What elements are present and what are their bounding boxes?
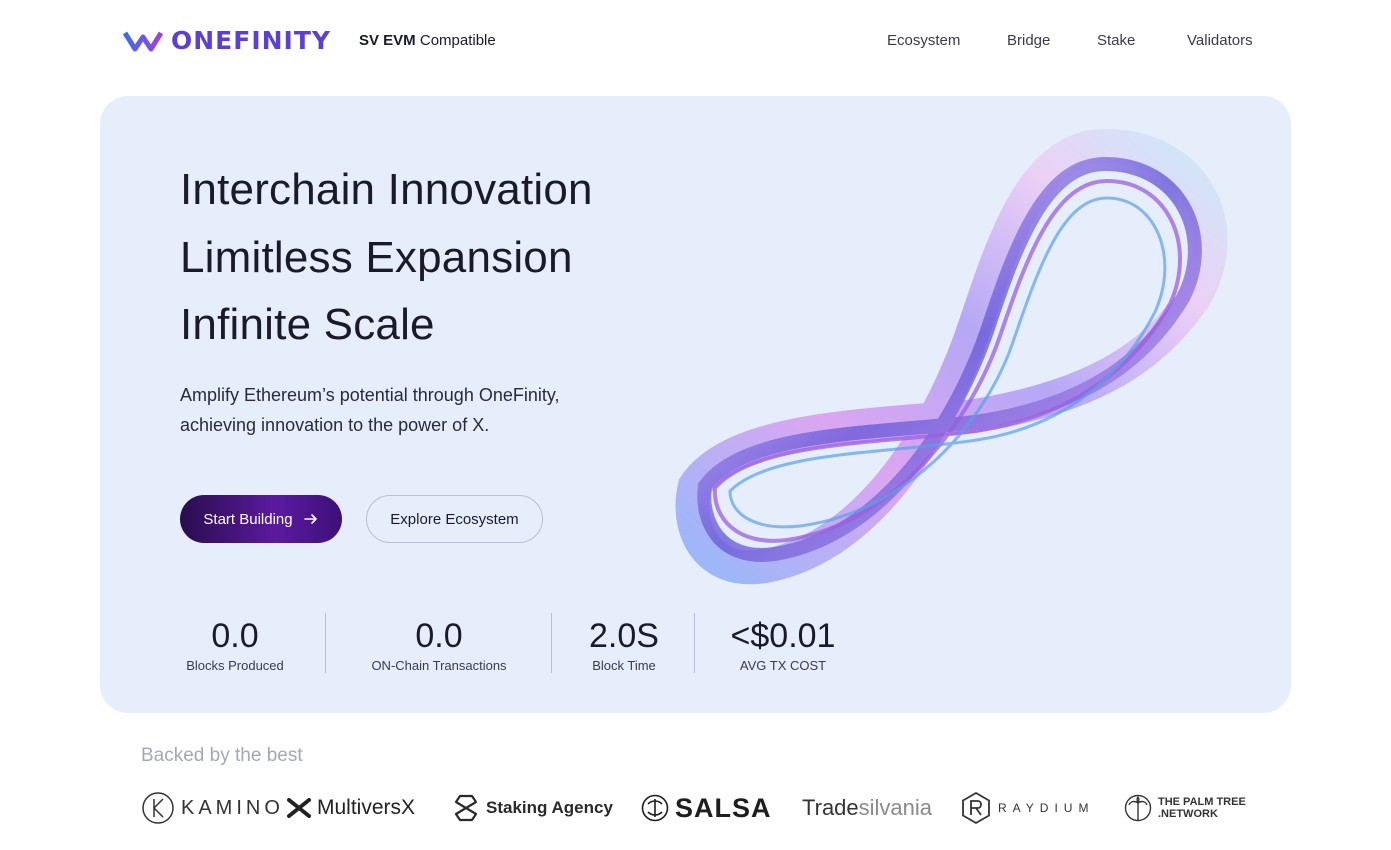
explore-ecosystem-label: Explore Ecosystem xyxy=(390,510,519,528)
site-header: ONEFINITY SV EVM Compatible Ecosystem Br… xyxy=(0,0,1391,82)
salsa-logo-icon xyxy=(641,794,669,822)
arrow-right-icon xyxy=(303,514,317,524)
subtitle-line-1: Amplify Ethereum’s potential through One… xyxy=(180,385,560,405)
start-building-button[interactable]: Start Building xyxy=(180,495,342,543)
partner-salsa[interactable]: SALSA xyxy=(641,790,772,826)
hero-section: Interchain Innovation Limitless Expansio… xyxy=(100,96,1291,713)
tradesilvania-silvania: silvania xyxy=(858,795,933,820)
headline-line-2: Limitless Expansion xyxy=(180,233,573,282)
raydium-name: RAYDIUM xyxy=(998,801,1095,815)
stat-label: Block Time xyxy=(592,658,656,673)
partner-raydium[interactable]: RAYDIUM xyxy=(960,790,1094,826)
infinity-illustration xyxy=(675,128,1228,585)
backers-title: Backed by the best xyxy=(141,745,303,766)
tagline-strong: SV EVM xyxy=(359,32,416,49)
stat-onchain-transactions: 0.0 ON-Chain Transactions xyxy=(358,616,520,673)
partner-multiversx[interactable]: MultiversX xyxy=(287,790,415,826)
multiversx-logo-icon xyxy=(287,798,311,818)
stat-divider xyxy=(694,613,695,673)
palm-tree-line-1: THE PALM TREE xyxy=(1158,796,1246,808)
stat-block-time: 2.0S Block Time xyxy=(584,616,664,673)
stat-label: AVG TX COST xyxy=(739,658,827,673)
kamino-logo-icon xyxy=(142,792,174,824)
stat-divider xyxy=(325,613,326,673)
brand-name: ONEFINITY xyxy=(171,26,332,55)
explore-ecosystem-button[interactable]: Explore Ecosystem xyxy=(366,495,543,543)
stat-value: 2.0S xyxy=(589,617,659,655)
brand-logo[interactable]: ONEFINITY xyxy=(123,26,332,55)
salsa-name: SALSA xyxy=(675,792,772,823)
nav-stake[interactable]: Stake xyxy=(1097,32,1135,49)
evm-tagline: SV EVM Compatible xyxy=(359,32,496,49)
stat-avg-tx-cost: <$0.01 AVG TX COST xyxy=(728,616,838,673)
nav-bridge[interactable]: Bridge xyxy=(1007,32,1050,49)
tradesilvania-trade: Trade xyxy=(802,795,859,820)
kamino-name: KAMINO xyxy=(181,796,284,819)
tagline-rest: Compatible xyxy=(419,32,496,49)
start-building-label: Start Building xyxy=(203,510,293,528)
nav-ecosystem[interactable]: Ecosystem xyxy=(887,32,960,49)
staking-agency-logo-icon xyxy=(454,794,478,822)
partner-palm-tree-network[interactable]: THE PALM TREE .NETWORK xyxy=(1124,790,1246,826)
stat-value: <$0.01 xyxy=(730,617,836,655)
stat-divider xyxy=(551,613,552,673)
multiversx-name: MultiversX xyxy=(317,796,416,819)
tradesilvania-wordmark: Tradesilvania xyxy=(802,795,932,821)
stat-value: 0.0 xyxy=(415,617,463,655)
raydium-logo-icon xyxy=(962,791,990,825)
palm-tree-line-2: .NETWORK xyxy=(1158,808,1218,820)
onefinity-logo-icon xyxy=(123,31,163,52)
partner-tradesilvania[interactable]: Tradesilvania xyxy=(802,790,932,826)
headline-line-1: Interchain Innovation xyxy=(180,165,593,214)
stat-label: Blocks Produced xyxy=(186,658,284,673)
hero-subtitle: Amplify Ethereum’s potential through One… xyxy=(180,380,640,440)
partner-staking-agency[interactable]: Staking Agency xyxy=(452,790,613,826)
palm-tree-name: THE PALM TREE .NETWORK xyxy=(1158,796,1246,820)
palm-tree-logo-icon xyxy=(1124,794,1152,822)
stat-value: 0.0 xyxy=(211,617,259,655)
headline-line-3: Infinite Scale xyxy=(180,300,435,349)
staking-agency-name: Staking Agency xyxy=(486,798,613,817)
partner-kamino[interactable]: KAMINO xyxy=(141,790,284,826)
stat-blocks-produced: 0.0 Blocks Produced xyxy=(180,616,290,673)
stat-label: ON-Chain Transactions xyxy=(371,658,507,673)
subtitle-line-2: achieving innovation to the power of X. xyxy=(180,415,490,435)
nav-validators[interactable]: Validators xyxy=(1187,32,1253,49)
